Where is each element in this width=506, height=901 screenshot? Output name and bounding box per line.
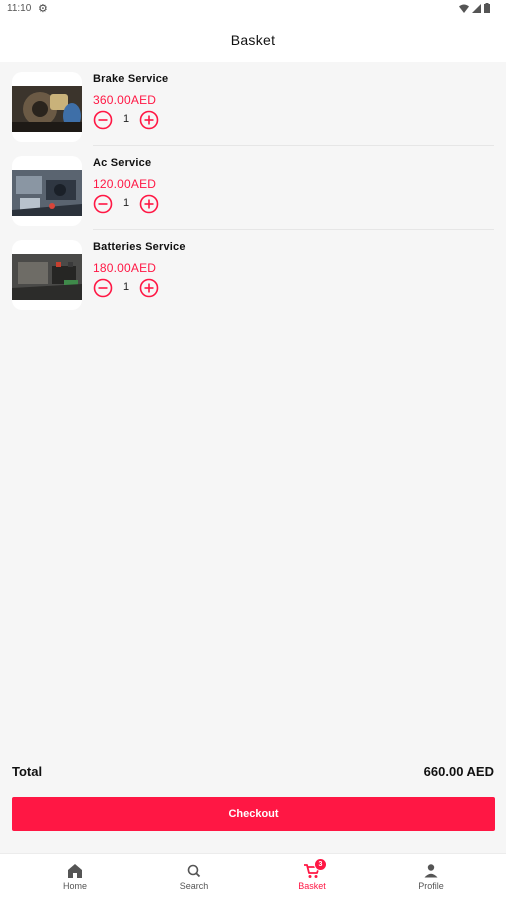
nav-label-profile: Profile [418, 881, 444, 891]
increase-quantity-button[interactable] [139, 278, 159, 298]
plus-circle-icon [139, 194, 159, 214]
person-icon [424, 864, 438, 878]
nav-item-home[interactable]: Home [25, 854, 125, 901]
nav-item-profile[interactable]: Profile [381, 854, 481, 901]
minus-circle-icon [93, 110, 113, 130]
cart-item: Brake Service 360.00AED 1 [0, 62, 506, 146]
quantity-value: 1 [122, 197, 130, 209]
settings-icon: ⚙ [38, 3, 48, 15]
service-image [12, 156, 82, 226]
status-bar: 11:10 ⚙ [0, 0, 506, 18]
increase-quantity-button[interactable] [139, 110, 159, 130]
status-icons [459, 3, 490, 13]
nav-item-basket[interactable]: 3 Basket [262, 854, 362, 901]
cart-item: Ac Service 120.00AED 1 [0, 146, 506, 230]
nav-label-search: Search [179, 881, 209, 891]
item-price: 360.00AED [93, 93, 157, 107]
total-value: 660.00 AED [423, 764, 494, 779]
status-time: 11:10 [7, 3, 32, 14]
increase-quantity-button[interactable] [139, 194, 159, 214]
decrease-quantity-button[interactable] [93, 194, 113, 214]
nav-label-basket: Basket [298, 881, 326, 891]
battery-icon [484, 3, 490, 13]
item-name: Ac Service [93, 157, 152, 169]
wifi-icon [459, 4, 469, 13]
batteries-service-photo [12, 254, 82, 300]
plus-circle-icon [139, 110, 159, 130]
minus-circle-icon [93, 194, 113, 214]
item-name: Brake Service [93, 73, 169, 85]
search-icon [187, 864, 201, 878]
bottom-nav: Home Search 3 Basket Profile [0, 853, 506, 901]
minus-circle-icon [93, 278, 113, 298]
cart-count-badge: 3 [314, 858, 327, 871]
app-bar: Basket [0, 18, 506, 62]
total-label: Total [12, 764, 43, 779]
home-icon [68, 864, 82, 878]
decrease-quantity-button[interactable] [93, 110, 113, 130]
item-name: Batteries Service [93, 241, 186, 253]
service-image [12, 72, 82, 142]
checkout-button[interactable]: Checkout [12, 797, 495, 831]
nav-label-home: Home [62, 881, 87, 891]
quantity-value: 1 [122, 281, 130, 293]
item-price: 180.00AED [93, 261, 157, 275]
nav-item-search[interactable]: Search [144, 854, 244, 901]
page-title: Basket [230, 32, 276, 48]
cart-item: Batteries Service 180.00AED 1 [0, 230, 506, 314]
item-price: 120.00AED [93, 177, 157, 191]
ac-service-photo [12, 170, 82, 216]
service-image [12, 240, 82, 310]
decrease-quantity-button[interactable] [93, 278, 113, 298]
signal-icon [472, 3, 481, 13]
quantity-value: 1 [122, 113, 130, 125]
brake-service-photo [12, 86, 82, 132]
plus-circle-icon [139, 278, 159, 298]
total-row: Total 660.00 AED [12, 764, 494, 782]
